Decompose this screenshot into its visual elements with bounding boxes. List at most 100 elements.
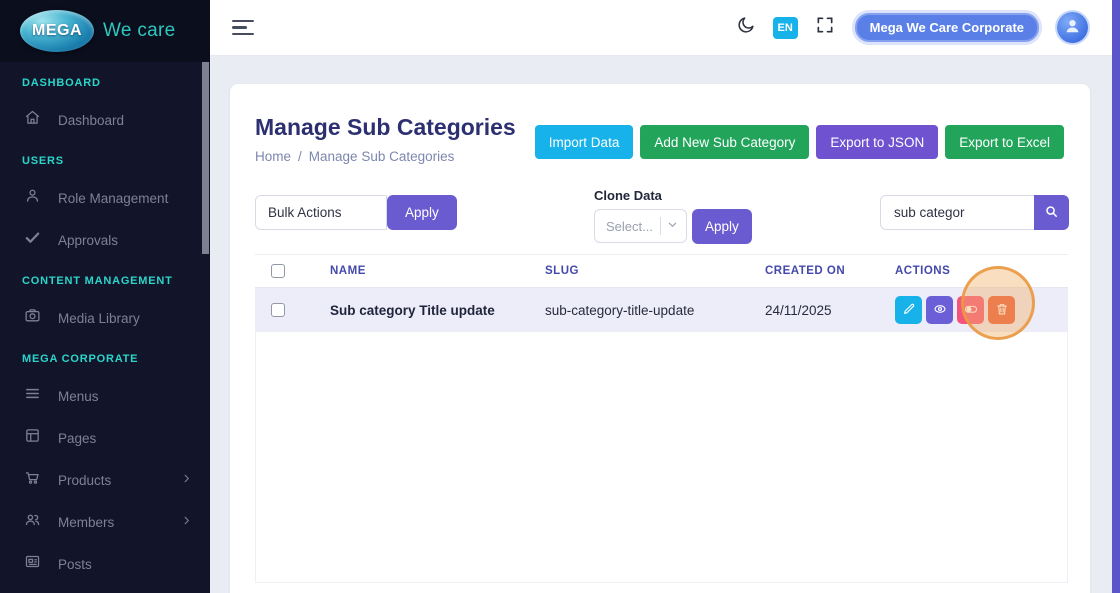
clone-apply-button[interactable]: Apply [692,209,752,244]
table-header-row: NAME SLUG CREATED ON ACTIONS [255,254,1068,288]
sidebar-item-label: Role Management [58,191,168,206]
sidebar-item-members[interactable]: Members [0,501,210,543]
pages-icon [24,427,41,449]
moon-icon [736,15,756,40]
sidebar-item-label: Approvals [58,233,118,248]
menu-icon [24,385,41,407]
section-label: MEGA CORPORATE [0,350,210,368]
sub-categories-table: NAME SLUG CREATED ON ACTIONS Sub categor… [255,254,1068,583]
logo-tagline: We care [103,20,176,42]
nav-section-content-management: CONTENT MANAGEMENT Media Library [0,272,210,339]
hamburger-bar [232,33,254,36]
members-icon [24,511,41,533]
export-to-excel-button[interactable]: Export to Excel [945,125,1064,159]
column-header-slug[interactable]: SLUG [529,265,749,277]
tenant-button-label: Mega We Care Corporate [855,13,1039,42]
breadcrumb-current: Manage Sub Categories [309,149,455,164]
topbar-right: EN Mega We Care Corporate [734,10,1088,45]
user-icon [24,187,41,209]
sidebar-item-media-library[interactable]: Media Library [0,297,210,339]
tenant-selector[interactable]: Mega We Care Corporate [852,10,1042,45]
clone-data-label: Clone Data [594,188,752,203]
posts-icon [24,553,41,575]
sidebar-item-menus[interactable]: Menus [0,375,210,417]
nav-section-mega-corporate: MEGA CORPORATE Menus Pages Products Memb… [0,350,210,585]
sidebar-item-dashboard[interactable]: Dashboard [0,99,210,141]
import-data-button[interactable]: Import Data [535,125,634,159]
sidebar-item-label: Menus [58,389,99,404]
hamburger-bar [232,26,247,29]
page-head: Manage Sub Categories Home / Manage Sub … [255,114,516,164]
user-avatar[interactable] [1057,12,1088,43]
page-action-buttons: Import Data Add New Sub Category Export … [535,125,1064,159]
sidebar-item-approvals[interactable]: Approvals [0,219,210,261]
row-checkbox[interactable] [271,303,285,317]
edit-button[interactable] [895,296,922,324]
brand-logo[interactable]: MEGA We care [0,0,210,62]
table-empty-area [255,332,1068,583]
dark-mode-toggle[interactable] [734,16,758,40]
table-row: Sub category Title update sub-category-t… [255,288,1068,332]
breadcrumb-home-link[interactable]: Home [255,149,291,164]
logo-text: MEGA [32,22,82,40]
clone-select-placeholder: Select... [606,219,660,234]
hamburger-bar [232,20,254,23]
trash-icon [995,302,1009,319]
topbar: EN Mega We Care Corporate [210,0,1112,56]
nav-section-users: USERS Role Management Approvals [0,152,210,261]
clone-data-row: Select... Apply [594,209,752,244]
cart-icon [24,469,41,491]
sidebar-item-label: Dashboard [58,113,124,128]
sidebar-item-role-management[interactable]: Role Management [0,177,210,219]
bulk-actions-group: Bulk Actions Apply [255,195,457,230]
sidebar-nav: DASHBOARD Dashboard USERS Role Managemen… [0,62,210,585]
sidebar: MEGA We care DASHBOARD Dashboard USERS R… [0,0,210,593]
bulk-apply-button[interactable]: Apply [387,195,457,230]
fullscreen-button[interactable] [813,16,837,40]
column-header-created-on[interactable]: CREATED ON [749,265,879,277]
fullscreen-icon [815,15,835,40]
eye-icon [933,302,947,319]
select-all-checkbox[interactable] [271,264,285,278]
clone-data-select[interactable]: Select... [594,209,687,243]
app-root: MEGA We care DASHBOARD Dashboard USERS R… [0,0,1120,593]
main-content: Manage Sub Categories Home / Manage Sub … [210,56,1112,593]
toggle-status-button[interactable] [957,296,984,324]
add-new-sub-category-button[interactable]: Add New Sub Category [640,125,809,159]
section-label: DASHBOARD [0,74,210,92]
sidebar-item-pages[interactable]: Pages [0,417,210,459]
sidebar-item-label: Posts [58,557,92,572]
breadcrumb: Home / Manage Sub Categories [255,149,516,164]
language-badge[interactable]: EN [773,17,798,39]
view-button[interactable] [926,296,953,324]
export-to-json-button[interactable]: Export to JSON [816,125,938,159]
page-scrollbar[interactable] [1112,0,1120,593]
search-group [880,195,1069,230]
search-input[interactable] [880,195,1034,230]
sidebar-item-products[interactable]: Products [0,459,210,501]
mega-logo-icon: MEGA [20,10,94,52]
chevron-right-icon [181,513,192,531]
sidebar-toggle-button[interactable] [232,16,254,40]
delete-button[interactable] [988,296,1015,324]
search-button[interactable] [1034,195,1069,230]
breadcrumb-separator: / [298,149,302,164]
check-icon [24,229,41,251]
row-created-on: 24/11/2025 [749,303,879,318]
page-title: Manage Sub Categories [255,114,516,141]
clone-data-group: Clone Data Select... Apply [594,188,752,244]
select-separator [660,217,661,235]
bulk-actions-select[interactable]: Bulk Actions [255,195,387,230]
chevron-down-icon [667,217,678,235]
column-header-actions: ACTIONS [879,265,1068,277]
column-header-name[interactable]: NAME [314,265,529,277]
pencil-icon [902,302,916,319]
chevron-right-icon [181,471,192,489]
search-icon [1044,204,1059,222]
manage-sub-categories-card: Manage Sub Categories Home / Manage Sub … [230,84,1090,593]
home-icon [24,109,41,131]
row-name: Sub category Title update [314,303,529,318]
nav-section-dashboard: DASHBOARD Dashboard [0,74,210,141]
person-icon [1063,16,1082,40]
sidebar-item-posts[interactable]: Posts [0,543,210,585]
